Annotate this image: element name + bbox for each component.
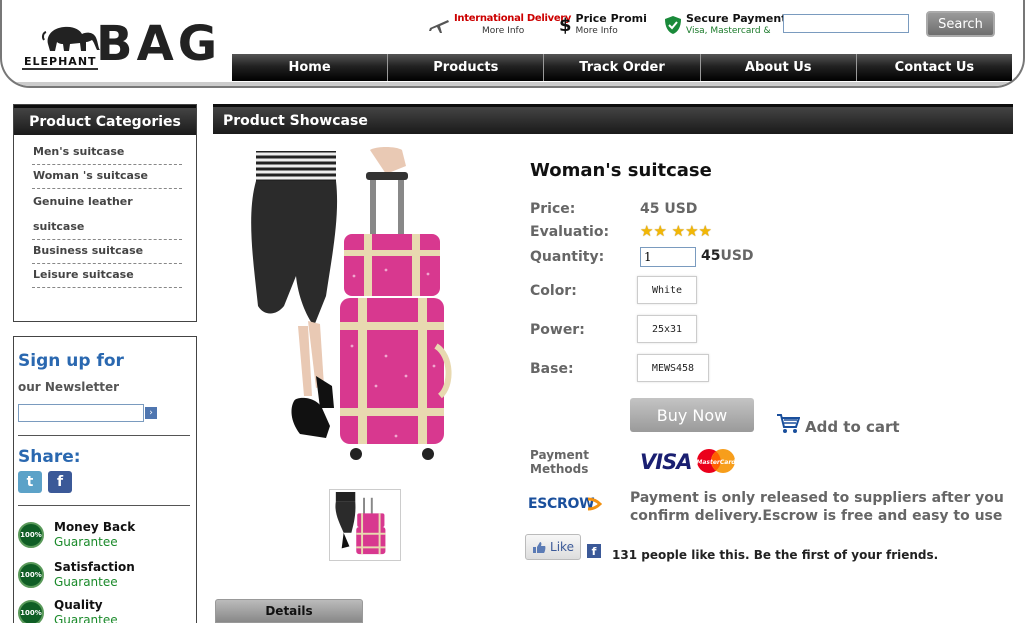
guarantee-badge-icon: 100% bbox=[18, 562, 44, 588]
promo-sub: More Info bbox=[575, 26, 618, 36]
guarantee-badge-icon: 100% bbox=[18, 522, 44, 548]
nav-home[interactable]: Home bbox=[232, 54, 388, 81]
product-showcase-title: Product Showcase bbox=[213, 104, 1013, 134]
promo-sub: More Info bbox=[482, 26, 525, 36]
thumbs-up-icon bbox=[533, 541, 546, 553]
facebook-icon[interactable]: f bbox=[48, 471, 72, 493]
rating-stars-icon: ★★ ★★★ bbox=[640, 222, 713, 240]
guarantee-badge-icon: 100% bbox=[18, 600, 44, 623]
promo-title: Price Promi bbox=[575, 12, 647, 25]
promo-title: Secure Payment bbox=[686, 12, 787, 25]
nav-contact-us[interactable]: Contact Us bbox=[855, 54, 1013, 81]
guarantee-satisfaction: 100% Satisfaction Guarantee bbox=[18, 560, 135, 590]
mastercard-logo-text: MasterCard bbox=[696, 459, 736, 466]
color-option[interactable]: White bbox=[637, 276, 697, 304]
base-option[interactable]: MEWS458 bbox=[637, 354, 709, 382]
search-input[interactable] bbox=[783, 14, 909, 33]
escrow-logo: ESCROW bbox=[528, 496, 595, 512]
category-leisure-suitcase[interactable]: Leisure suitcase bbox=[32, 264, 182, 288]
guarantee-title: Satisfaction bbox=[54, 560, 135, 574]
like-label: Like bbox=[550, 540, 574, 554]
guarantee-sub: Guarantee bbox=[54, 575, 118, 589]
quantity-label: Quantity: bbox=[530, 249, 605, 265]
facebook-small-icon: f bbox=[587, 544, 601, 558]
newsletter-subheading: our Newsletter bbox=[18, 380, 120, 394]
tab-details[interactable]: Details bbox=[215, 599, 363, 623]
newsletter-submit-button[interactable]: › bbox=[145, 407, 157, 419]
color-label: Color: bbox=[530, 283, 577, 299]
share-heading: Share: bbox=[18, 447, 81, 467]
logo-underline bbox=[22, 68, 98, 70]
main-nav: Home Products Track Order About Us Conta… bbox=[232, 54, 1013, 81]
category-list: Men's suitcase Woman 's suitcase Genuine… bbox=[14, 135, 196, 288]
payment-methods-label: Payment Methods bbox=[530, 448, 589, 476]
logo-big-text: BAG bbox=[96, 16, 222, 72]
dollar-icon: $ bbox=[559, 14, 572, 36]
power-label: Power: bbox=[530, 322, 585, 338]
escrow-description: Payment is only released to suppliers af… bbox=[630, 490, 1004, 524]
category-genuine-leather-suitcase[interactable]: suitcase bbox=[32, 214, 182, 240]
like-count-text: 131 people like this. Be the first of yo… bbox=[612, 548, 939, 562]
buy-now-button[interactable]: Buy Now bbox=[630, 398, 754, 432]
escrow-arrow-icon bbox=[587, 497, 602, 511]
evaluation-label: Evaluatio: bbox=[530, 224, 610, 240]
nav-products[interactable]: Products bbox=[387, 54, 544, 81]
promo-secure-payment[interactable]: Secure Payment Visa, Mastercard & Paypal bbox=[664, 12, 786, 38]
logo-small-text: ELEPHANT bbox=[24, 55, 97, 68]
twitter-icon[interactable]: t bbox=[18, 471, 42, 493]
signup-heading: Sign up for bbox=[18, 351, 124, 371]
quantity-total: 45USD bbox=[701, 248, 754, 264]
product-categories-box: Product Categories Men's suitcase Woman … bbox=[13, 104, 197, 322]
nav-track-order[interactable]: Track Order bbox=[543, 54, 700, 81]
product-thumbnail[interactable] bbox=[329, 489, 401, 561]
newsletter-box: Sign up for our Newsletter › Share: t f … bbox=[13, 336, 197, 623]
search-button[interactable]: Search bbox=[926, 11, 995, 37]
site-header: BAG ELEPHANT International Delivery More… bbox=[0, 0, 1025, 88]
price-value: 45 USD bbox=[640, 201, 698, 217]
quantity-total-amount: 45 bbox=[701, 248, 721, 264]
guarantee-quality: 100% Quality Guarantee bbox=[18, 598, 118, 623]
category-mens-suitcase[interactable]: Men's suitcase bbox=[32, 141, 182, 165]
visa-logo: VISA bbox=[640, 450, 692, 474]
category-business-suitcase[interactable]: Business suitcase bbox=[32, 240, 182, 264]
guarantee-money-back: 100% Money Back Guarantee bbox=[18, 520, 135, 550]
mastercard-logo: MasterCard bbox=[696, 449, 736, 473]
divider bbox=[18, 505, 190, 506]
elephant-icon bbox=[41, 26, 100, 51]
price-label: Price: bbox=[530, 201, 576, 217]
power-option[interactable]: 25x31 bbox=[637, 315, 697, 343]
quantity-input[interactable] bbox=[640, 247, 696, 267]
base-label: Base: bbox=[530, 361, 574, 377]
divider bbox=[18, 435, 190, 436]
promo-price-promise[interactable]: $ Price Promi More Info bbox=[559, 12, 647, 38]
product-name: Woman's suitcase bbox=[530, 160, 712, 181]
categories-title: Product Categories bbox=[14, 105, 196, 135]
add-to-cart-link[interactable]: Add to cart bbox=[805, 418, 900, 436]
category-womans-suitcase[interactable]: Woman 's suitcase bbox=[32, 165, 182, 189]
guarantee-title: Quality bbox=[54, 598, 103, 612]
newsletter-email-input[interactable] bbox=[18, 404, 144, 422]
plane-icon bbox=[429, 20, 449, 33]
shield-icon bbox=[665, 16, 681, 34]
cart-icon[interactable] bbox=[776, 412, 800, 434]
guarantee-sub: Guarantee bbox=[54, 535, 118, 549]
promo-sub: Visa, Mastercard & Paypal bbox=[686, 26, 772, 36]
logo[interactable]: BAG ELEPHANT bbox=[22, 14, 222, 74]
quantity-total-unit: USD bbox=[720, 248, 754, 264]
promo-title: International Delivery bbox=[454, 13, 572, 24]
category-genuine-leather[interactable]: Genuine leather bbox=[32, 189, 182, 214]
guarantee-sub: Guarantee bbox=[54, 613, 118, 623]
product-photo bbox=[251, 146, 452, 460]
guarantee-title: Money Back bbox=[54, 520, 136, 534]
facebook-like-button[interactable]: Like bbox=[525, 534, 581, 560]
nav-about-us[interactable]: About Us bbox=[699, 54, 856, 81]
promo-international-delivery[interactable]: International Delivery More Info bbox=[428, 12, 571, 38]
